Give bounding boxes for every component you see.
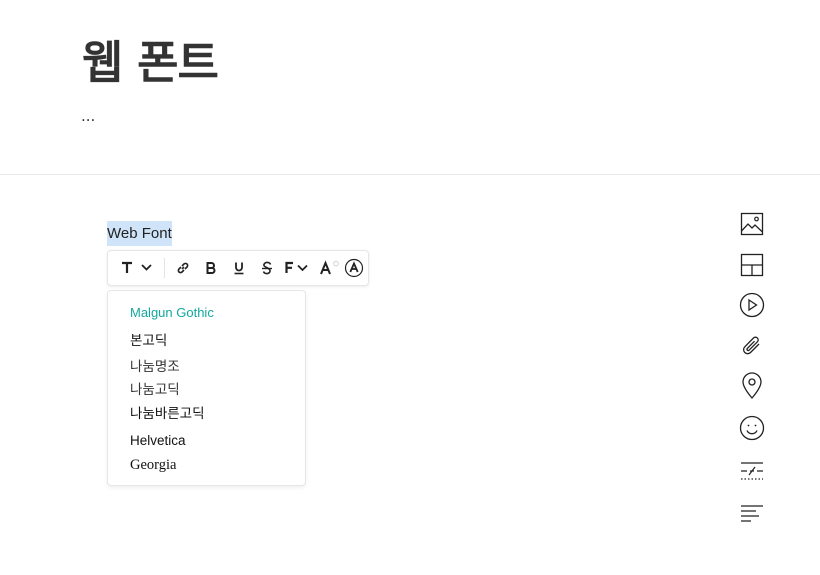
strikethrough-icon (261, 261, 273, 275)
font-family-icon (284, 261, 310, 275)
text-style-icon (120, 261, 154, 275)
text-align-icon (739, 503, 765, 527)
insert-divider-button[interactable] (737, 458, 767, 488)
text-style-button[interactable] (120, 258, 154, 278)
font-option-nanum-barun-gothic[interactable]: 나눔바른고딕 (130, 405, 205, 423)
formatting-toolbar (107, 250, 369, 286)
page-subtitle[interactable]: ... (81, 106, 95, 126)
text-align-button[interactable] (737, 500, 767, 530)
underline-icon (233, 261, 245, 275)
font-option-nanum-gothic[interactable]: 나눔고딕 (130, 381, 180, 399)
selected-editor-text[interactable]: Web Font (107, 221, 172, 246)
insert-emoji-button[interactable] (737, 415, 767, 445)
layout-icon (740, 253, 764, 281)
insert-location-button[interactable] (737, 372, 767, 404)
insert-layout-button[interactable] (737, 252, 767, 282)
insert-video-button[interactable] (737, 292, 767, 322)
bold-icon (205, 261, 217, 275)
video-icon (739, 292, 765, 322)
strikethrough-button[interactable] (258, 258, 276, 278)
highlight-color-button[interactable] (344, 258, 364, 278)
font-option-helvetica[interactable]: Helvetica (130, 432, 186, 450)
underline-button[interactable] (230, 258, 248, 278)
highlight-color-icon (344, 258, 364, 278)
font-option-nanum-myeongjo[interactable]: 나눔명조 (130, 358, 180, 376)
toolbar-separator (164, 258, 165, 278)
font-option-bon-gothic[interactable]: 본고딕 (130, 332, 167, 350)
link-icon (176, 261, 190, 275)
insert-image-button[interactable] (737, 211, 767, 241)
font-family-button[interactable] (284, 258, 310, 278)
page-title[interactable]: 웹 폰트 (82, 34, 219, 92)
emoji-icon (739, 415, 765, 445)
font-option-georgia[interactable]: Georgia (130, 456, 176, 474)
font-option-malgun-gothic[interactable]: Malgun Gothic (130, 304, 214, 322)
font-color-button[interactable] (318, 258, 342, 278)
divider-icon (739, 460, 765, 486)
attachment-icon (739, 333, 765, 363)
font-family-dropdown: Malgun Gothic 본고딕 나눔명조 나눔고딕 나눔바른고딕 Helve… (107, 290, 306, 486)
font-color-icon (318, 260, 342, 276)
location-icon (740, 372, 764, 404)
insert-attachment-button[interactable] (737, 333, 767, 363)
link-button[interactable] (174, 258, 192, 278)
bold-button[interactable] (202, 258, 220, 278)
image-icon (740, 212, 764, 240)
header-divider (0, 174, 820, 175)
